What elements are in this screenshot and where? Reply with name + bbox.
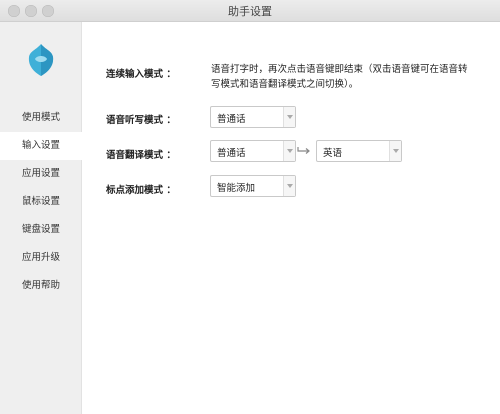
punctuation-mode-select[interactable]: 智能添加 [210,175,296,197]
continuous-input-label: 连续输入模式 [106,66,176,80]
sidebar-item-help[interactable]: 使用帮助 [0,272,82,300]
settings-window: 助手设置 使用模式 输入设置 应用设置 鼠标设置 键盘设置 应用升级 使用帮助 … [0,0,500,414]
window-title: 助手设置 [228,5,272,18]
continuous-input-description: 语音打字时，再次点击语音键即结束（双击语音键可在语音转写模式和语音翻译模式之间切… [211,64,468,90]
chevron-down-icon [283,107,295,127]
title-bar[interactable]: 助手设置 [0,0,500,22]
translation-source-value: 普通话 [217,148,246,159]
translation-target-select[interactable]: 英语 [316,140,402,162]
sidebar: 使用模式 输入设置 应用设置 鼠标设置 键盘设置 应用升级 使用帮助 [0,22,82,414]
sidebar-item-mouse-settings[interactable]: 鼠标设置 [0,188,82,216]
dictation-mode-select[interactable]: 普通话 [210,106,296,128]
chevron-down-icon [283,141,295,161]
punctuation-mode-label: 标点添加模式 [106,182,176,196]
translation-mode-label: 语音翻译模式 [106,147,176,161]
punctuation-mode-value: 智能添加 [217,183,256,194]
dictation-mode-value: 普通话 [217,114,246,125]
chevron-down-icon [283,176,295,196]
swap-arrow-icon [297,147,310,154]
translation-source-select[interactable]: 普通话 [210,140,296,162]
chevron-down-icon [389,141,401,161]
translation-target-value: 英语 [323,148,343,159]
shield-logo-icon [28,44,54,76]
sidebar-item-input-settings[interactable]: 输入设置 [0,132,82,160]
sidebar-item-app-upgrade[interactable]: 应用升级 [0,244,82,272]
sidebar-item-app-settings[interactable]: 应用设置 [0,160,82,188]
sidebar-item-usage-mode[interactable]: 使用模式 [0,104,82,132]
settings-panel: 连续输入模式 语音打字时，再次点击语音键即结束（双击语音键可在语音转写模式和语音… [82,22,500,414]
sidebar-item-keyboard-settings[interactable]: 键盘设置 [0,216,82,244]
dictation-mode-label: 语音听写模式 [106,112,176,126]
